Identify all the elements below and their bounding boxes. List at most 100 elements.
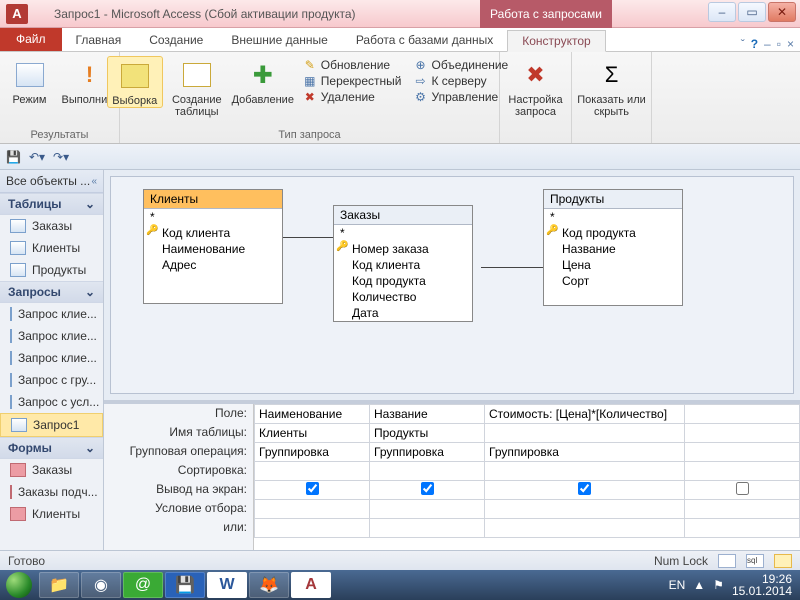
union-button[interactable]: ⊕Объединение: [413, 58, 508, 72]
form-icon: [10, 485, 12, 499]
show-checkbox[interactable]: [578, 482, 591, 495]
redo-icon[interactable]: ↷▾: [53, 150, 69, 164]
grid-cell-show[interactable]: [370, 481, 485, 500]
query-setup-button[interactable]: ✖ Настройка запроса: [504, 56, 568, 118]
taskbar-explorer[interactable]: 📁: [39, 572, 79, 598]
save-icon[interactable]: 💾: [6, 150, 21, 164]
append-button[interactable]: ✚ Добавление: [231, 56, 295, 106]
taskbar-firefox[interactable]: 🦊: [249, 572, 289, 598]
grid-cell-show[interactable]: [485, 481, 685, 500]
select-query-button[interactable]: Выборка: [107, 56, 163, 108]
table-box-products[interactable]: Продукты * Код продукта Название Цена Со…: [543, 189, 683, 306]
taskbar-chrome[interactable]: ◉: [81, 572, 121, 598]
nav-header[interactable]: Все объекты ... «: [0, 170, 103, 193]
grid-cell-group[interactable]: Группировка: [255, 443, 370, 462]
table-box-clients[interactable]: Клиенты * Код клиента Наименование Адрес: [143, 189, 283, 304]
nav-item-query[interactable]: Запрос с гру...: [0, 369, 103, 391]
taskbar-mail[interactable]: @: [123, 572, 163, 598]
nav-item-form[interactable]: Клиенты: [0, 503, 103, 525]
grid-cell-group[interactable]: Группировка: [370, 443, 485, 462]
view-sql-icon[interactable]: sql: [746, 554, 764, 568]
maximize-button[interactable]: ▭: [738, 2, 766, 22]
view-datasheet-icon[interactable]: [718, 554, 736, 568]
update-button[interactable]: ✎Обновление: [303, 58, 402, 72]
help-icon[interactable]: ?: [751, 37, 758, 51]
tab-database[interactable]: Работа с базами данных: [342, 29, 507, 51]
nav-item-form[interactable]: Заказы подч...: [0, 481, 103, 503]
tray-clock[interactable]: 19:26 15.01.2014: [732, 573, 792, 597]
table-box-title: Заказы: [334, 206, 472, 225]
show-checkbox[interactable]: [306, 482, 319, 495]
mdi-minimize-icon[interactable]: –: [764, 37, 771, 51]
table-icon: [10, 241, 26, 255]
windows-orb-icon: [6, 572, 32, 598]
grid-cell-table[interactable]: [685, 424, 800, 443]
nav-collapse-icon[interactable]: «: [91, 176, 97, 187]
show-checkbox[interactable]: [421, 482, 434, 495]
nav-item-table[interactable]: Заказы: [0, 215, 103, 237]
tab-home[interactable]: Главная: [62, 29, 136, 51]
view-design-icon[interactable]: [774, 554, 792, 568]
run-icon: !: [73, 58, 107, 92]
grid-cell-group[interactable]: Группировка: [485, 443, 685, 462]
datadef-button[interactable]: ⚙Управление: [413, 90, 508, 104]
grid-cell-field[interactable]: Стоимость: [Цена]*[Количество]: [485, 405, 685, 424]
nav-item-table[interactable]: Продукты: [0, 259, 103, 281]
grid-cell-table[interactable]: Продукты: [370, 424, 485, 443]
ribbon: Режим ! Выполнить Результаты Выборка Соз…: [0, 52, 800, 144]
nav-section-tables[interactable]: Таблицы⌄: [0, 193, 103, 215]
table-icon: [10, 263, 26, 277]
nav-item-query[interactable]: Запрос клие...: [0, 303, 103, 325]
nav-item-query-selected[interactable]: Запрос1: [0, 413, 103, 437]
tray-lang[interactable]: EN: [669, 578, 686, 592]
tab-design[interactable]: Конструктор: [507, 30, 605, 52]
grid-cell-show[interactable]: [255, 481, 370, 500]
taskbar-word[interactable]: W: [207, 572, 247, 598]
grid-cell-table[interactable]: Клиенты: [255, 424, 370, 443]
system-tray[interactable]: EN ▲ ⚑ 19:26 15.01.2014: [669, 573, 800, 597]
passthrough-button[interactable]: ⇨К серверу: [413, 74, 508, 88]
grid-cell-field[interactable]: Название: [370, 405, 485, 424]
table-box-orders[interactable]: Заказы * Номер заказа Код клиента Код пр…: [333, 205, 473, 322]
file-tab[interactable]: Файл: [0, 27, 62, 51]
nav-section-queries[interactable]: Запросы⌄: [0, 281, 103, 303]
mdi-close-icon[interactable]: ×: [787, 37, 794, 51]
taskbar-save[interactable]: 💾: [165, 572, 205, 598]
grid-cell-field[interactable]: [685, 405, 800, 424]
nav-item-query[interactable]: Запрос с усл...: [0, 391, 103, 413]
nav-item-table[interactable]: Клиенты: [0, 237, 103, 259]
status-ready: Готово: [8, 554, 45, 568]
query-icon: [10, 395, 12, 409]
maketable-button[interactable]: Создание таблицы: [167, 56, 227, 118]
tray-action-icon[interactable]: ⚑: [713, 578, 724, 592]
grid-columns[interactable]: Наименование Название Стоимость: [Цена]*…: [254, 404, 800, 550]
show-checkbox[interactable]: [736, 482, 749, 495]
delete-button[interactable]: ✖Удаление: [303, 90, 402, 104]
grid-cell-table[interactable]: [485, 424, 685, 443]
query-icon: [10, 307, 12, 321]
tray-flag-icon[interactable]: ▲: [693, 578, 705, 592]
nav-item-query[interactable]: Запрос клие...: [0, 325, 103, 347]
grid-cell-field[interactable]: Наименование: [255, 405, 370, 424]
tab-external[interactable]: Внешние данные: [217, 29, 342, 51]
tab-create[interactable]: Создание: [135, 29, 217, 51]
nav-section-forms[interactable]: Формы⌄: [0, 437, 103, 459]
totals-button[interactable]: Σ Показать или скрыть: [577, 56, 647, 118]
close-button[interactable]: ✕: [768, 2, 796, 22]
ribbon-minimize-icon[interactable]: ˇ: [741, 37, 745, 51]
nav-item-query[interactable]: Запрос клие...: [0, 347, 103, 369]
taskbar-access[interactable]: A: [291, 572, 331, 598]
minimize-button[interactable]: –: [708, 2, 736, 22]
start-button[interactable]: [0, 570, 38, 600]
contextual-tab-header: Работа с запросами: [480, 0, 612, 28]
crosstab-button[interactable]: ▦Перекрестный: [303, 74, 402, 88]
mdi-restore-icon[interactable]: ▫: [777, 37, 781, 51]
grid-cell-show[interactable]: [685, 481, 800, 500]
relationship-diagram[interactable]: Клиенты * Код клиента Наименование Адрес…: [110, 176, 794, 394]
view-button[interactable]: Режим: [2, 56, 58, 106]
nav-item-form[interactable]: Заказы: [0, 459, 103, 481]
grid-cell-group[interactable]: [685, 443, 800, 462]
status-numlock: Num Lock: [654, 554, 708, 568]
undo-icon[interactable]: ↶▾: [29, 150, 45, 164]
nav-header-label: Все объекты ...: [6, 174, 90, 188]
